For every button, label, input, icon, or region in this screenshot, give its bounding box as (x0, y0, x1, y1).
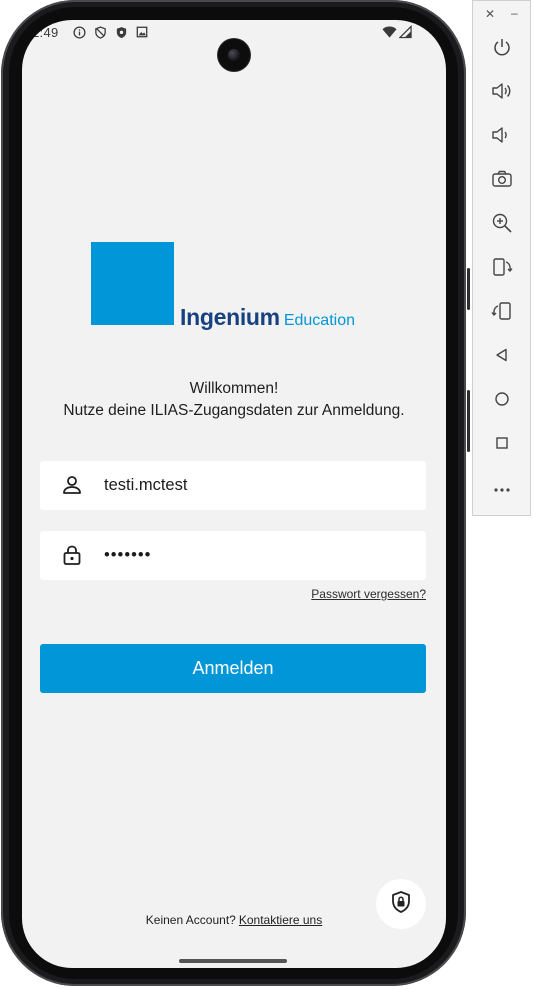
panel-close-button[interactable]: ✕ (485, 7, 495, 21)
shield-outline-icon (93, 25, 107, 39)
volume-down-button[interactable] (487, 122, 517, 152)
front-camera (218, 39, 250, 71)
panel-minimize-button[interactable]: – (511, 6, 518, 20)
back-button[interactable] (487, 342, 517, 372)
emulator-side-panel: ✕ – (472, 0, 531, 516)
username-input[interactable] (104, 461, 404, 510)
login-button[interactable]: Anmelden (40, 644, 426, 693)
phone-side-button (467, 268, 470, 310)
contact-link[interactable]: Kontaktiere uns (239, 913, 322, 927)
screenshot-button[interactable] (487, 166, 517, 196)
volume-up-icon (491, 81, 513, 106)
logo-text: Ingenium Education (180, 304, 355, 331)
signal-icon (398, 24, 412, 42)
forgot-password-link[interactable]: Passwort vergessen? (311, 587, 426, 601)
overview-button[interactable] (487, 430, 517, 460)
rotate-right-button[interactable] (487, 298, 517, 328)
info-icon (72, 25, 86, 39)
status-right (382, 24, 412, 42)
no-account-line: Keinen Account? Kontaktiere uns (22, 913, 446, 927)
status-time: 2:49 (32, 25, 59, 40)
zoom-in-icon (491, 212, 513, 239)
no-account-text: Keinen Account? (145, 913, 236, 927)
logo-brand: Ingenium (180, 304, 280, 330)
welcome-title: Willkommen! (189, 380, 279, 397)
logo-square (91, 242, 174, 325)
password-input[interactable] (104, 531, 404, 580)
status-icons (72, 25, 149, 39)
overview-icon (495, 436, 509, 455)
wifi-icon (382, 25, 397, 42)
shield-filled-icon (114, 25, 128, 39)
app-screen: 2:49 Ingenium Education Willkommen! Nutz… (22, 20, 446, 968)
more-button[interactable] (487, 474, 517, 504)
image-icon (135, 25, 149, 39)
app-logo: Ingenium Education (91, 242, 391, 332)
power-button[interactable] (487, 34, 517, 64)
home-icon (494, 391, 510, 412)
username-field[interactable] (40, 461, 426, 510)
logo-sub: Education (283, 312, 355, 329)
rotate-left-button[interactable] (487, 254, 517, 284)
zoom-button[interactable] (487, 210, 517, 240)
more-icon (493, 480, 511, 498)
rotate-right-icon (491, 300, 513, 327)
power-icon (492, 37, 512, 62)
password-field[interactable] (40, 531, 426, 580)
person-icon (60, 473, 84, 497)
lock-icon (60, 543, 84, 567)
panel-window-controls: ✕ – (473, 6, 532, 23)
gesture-home-bar[interactable] (179, 959, 287, 963)
welcome-subtitle: Nutze deine ILIAS-Zugangsdaten zur Anmel… (63, 402, 405, 419)
volume-down-icon (491, 125, 513, 150)
phone-side-button (467, 390, 470, 452)
home-button[interactable] (487, 386, 517, 416)
camera-icon (491, 169, 513, 194)
back-icon (494, 347, 510, 368)
volume-up-button[interactable] (487, 78, 517, 108)
rotate-left-icon (491, 256, 513, 283)
